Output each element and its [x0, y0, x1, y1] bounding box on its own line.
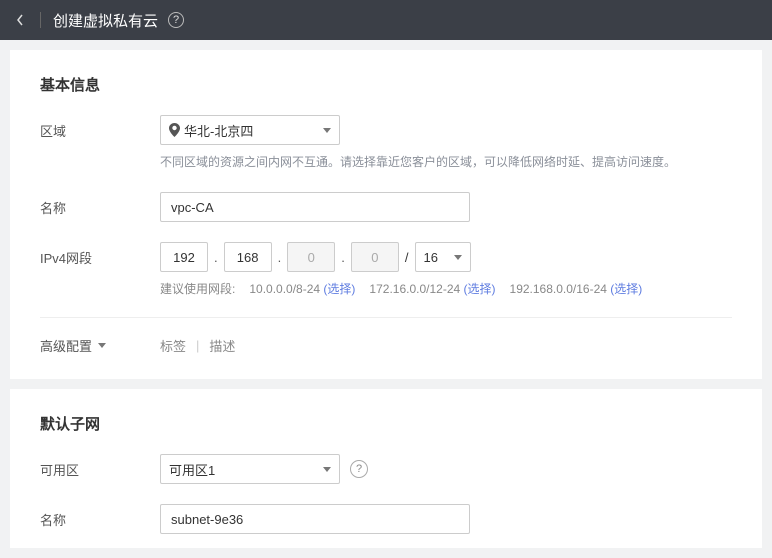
ipv4-octet-2[interactable]: [224, 242, 272, 272]
suggest-range-1: 10.0.0.0/8-24: [249, 282, 320, 296]
slash-separator: /: [405, 250, 409, 265]
chevron-down-icon: [323, 128, 331, 133]
cidr-value: 16: [424, 250, 438, 265]
chevron-down-icon: [454, 255, 462, 260]
dot-separator: .: [341, 250, 345, 265]
advanced-label: 高级配置: [40, 336, 92, 355]
advanced-item-desc: 描述: [209, 336, 235, 355]
region-label: 区域: [40, 115, 160, 140]
dot-separator: .: [214, 250, 218, 265]
advanced-toggle[interactable]: 高级配置: [40, 336, 160, 355]
region-hint: 不同区域的资源之间内网不互通。请选择靠近您客户的区域，可以降低网络时延、提高访问…: [160, 153, 732, 172]
separator: |: [196, 338, 199, 353]
ipv4-label: IPv4网段: [40, 242, 160, 267]
ipv4-row: IPv4网段 . . . / 16 建议使用网段: 10.0.0.0/8-24: [40, 242, 732, 297]
subnet-name-input[interactable]: [160, 504, 470, 534]
choose-range-2[interactable]: (选择): [464, 282, 496, 296]
ipv4-octet-4: [351, 242, 399, 272]
ipv4-octet-1[interactable]: [160, 242, 208, 272]
location-icon: [169, 123, 180, 137]
vpc-name-input[interactable]: [160, 192, 470, 222]
divider: [40, 12, 41, 28]
az-value: 可用区1: [169, 460, 215, 479]
region-select[interactable]: 华北-北京四: [160, 115, 340, 145]
subnet-name-row: 名称: [40, 504, 732, 534]
suggest-range-2: 172.16.0.0/12-24: [369, 282, 460, 296]
vpc-name-row: 名称: [40, 192, 732, 222]
dot-separator: .: [278, 250, 282, 265]
advanced-row: 高级配置 标签 | 描述: [40, 336, 732, 355]
chevron-left-icon: [15, 13, 25, 27]
choose-range-1[interactable]: (选择): [323, 282, 355, 296]
page-header: 创建虚拟私有云 ?: [0, 0, 772, 40]
chevron-down-icon: [98, 343, 106, 348]
suggest-label: 建议使用网段:: [160, 280, 235, 297]
subnet-title: 默认子网: [40, 413, 732, 434]
ipv4-input-group: . . . / 16: [160, 242, 732, 272]
advanced-item-tag: 标签: [160, 336, 186, 355]
page-title: 创建虚拟私有云: [53, 10, 158, 31]
divider: [40, 317, 732, 318]
chevron-down-icon: [323, 467, 331, 472]
help-icon[interactable]: ?: [168, 12, 184, 28]
subnet-name-label: 名称: [40, 504, 160, 529]
az-help-icon[interactable]: ?: [350, 460, 368, 478]
basic-info-title: 基本信息: [40, 74, 732, 95]
vpc-name-label: 名称: [40, 192, 160, 217]
choose-range-3[interactable]: (选择): [610, 282, 642, 296]
suggest-range-3: 192.168.0.0/16-24: [510, 282, 607, 296]
back-button[interactable]: [12, 12, 28, 28]
az-label: 可用区: [40, 454, 160, 479]
ipv4-suggestions: 建议使用网段: 10.0.0.0/8-24 (选择) 172.16.0.0/12…: [160, 280, 732, 297]
region-row: 区域 华北-北京四 不同区域的资源之间内网不互通。请选择靠近您客户的区域，可以降…: [40, 115, 732, 172]
az-row: 可用区 可用区1 ?: [40, 454, 732, 484]
default-subnet-card: 默认子网 可用区 可用区1 ? 名称: [10, 389, 762, 548]
az-select[interactable]: 可用区1: [160, 454, 340, 484]
cidr-select[interactable]: 16: [415, 242, 471, 272]
basic-info-card: 基本信息 区域 华北-北京四 不同区域的资源之间内网不互通。请选择靠近您客户的区…: [10, 50, 762, 379]
ipv4-octet-3: [287, 242, 335, 272]
region-value: 华北-北京四: [184, 121, 253, 140]
